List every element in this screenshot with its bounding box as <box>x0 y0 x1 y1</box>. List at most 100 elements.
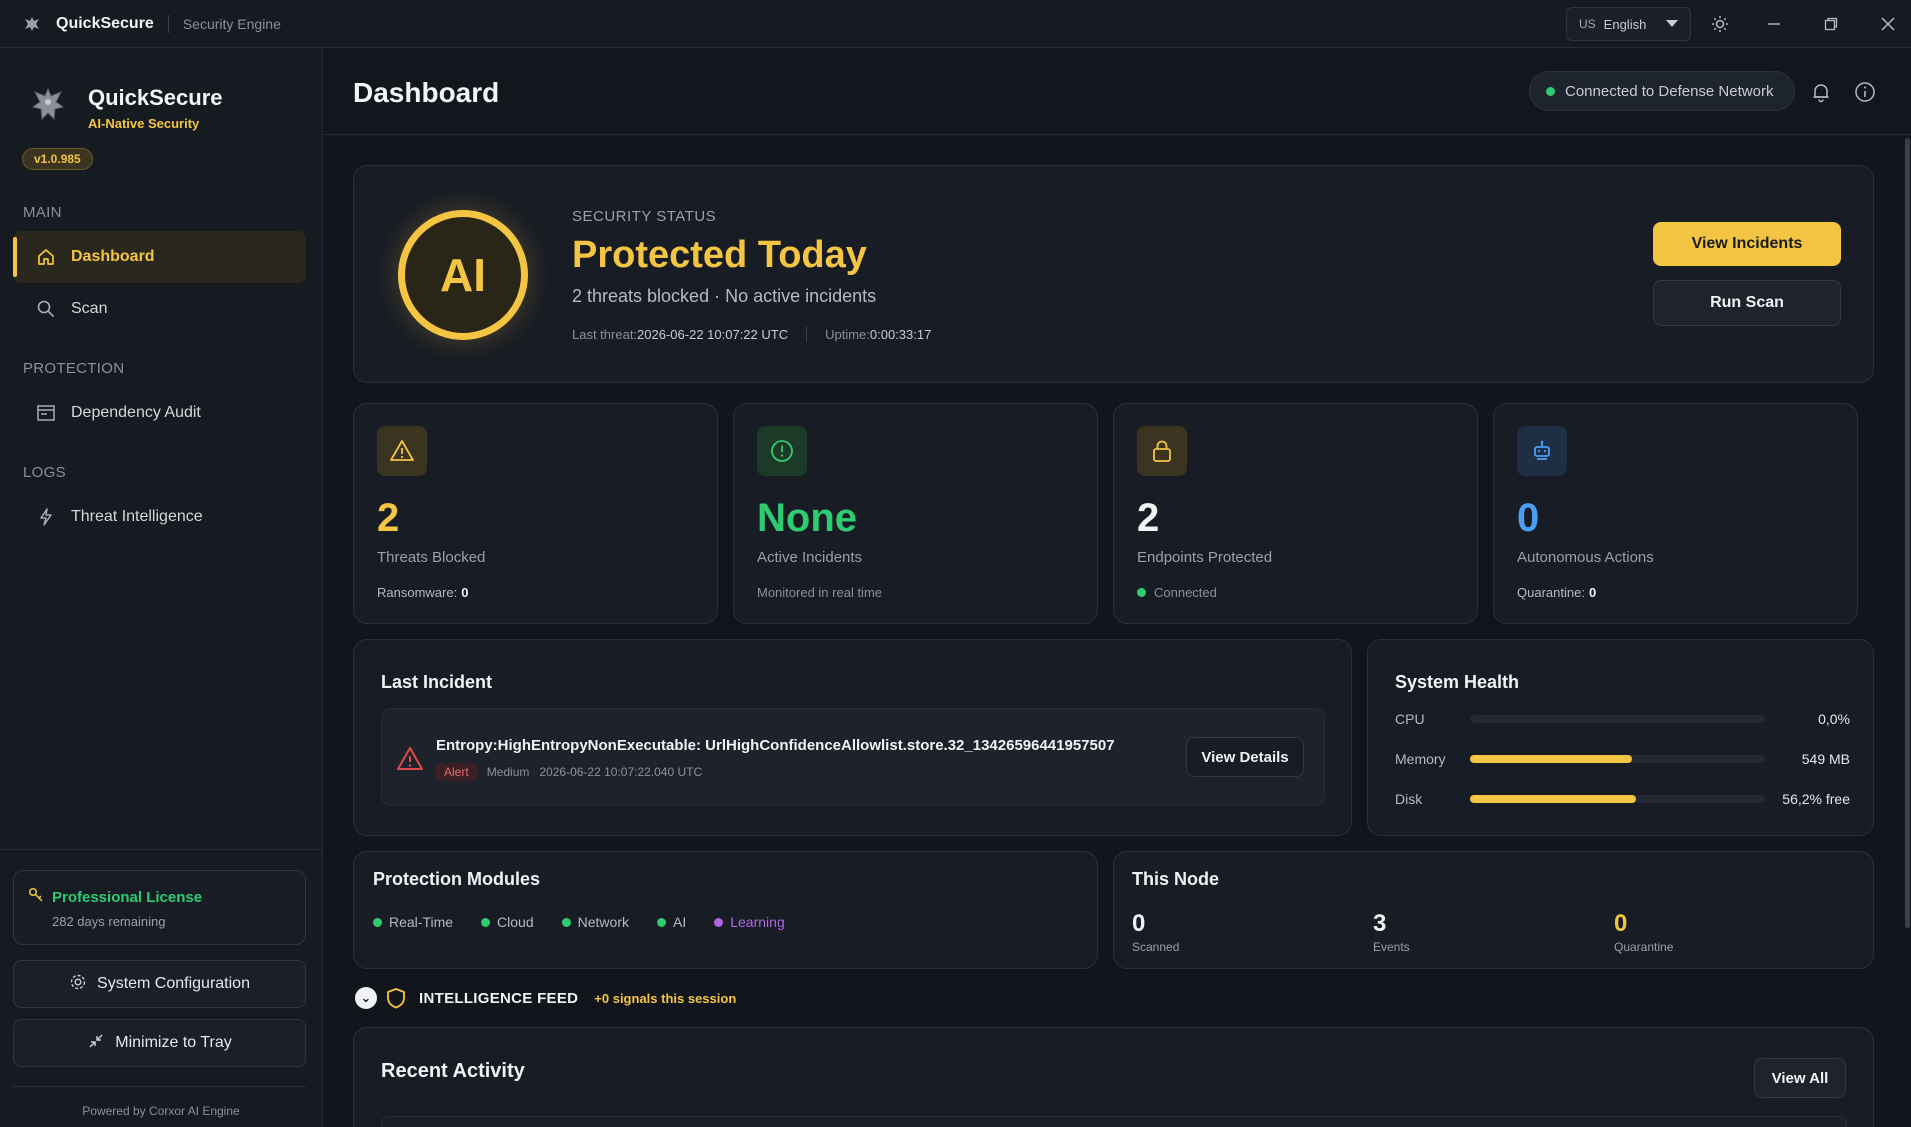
eagle-logo-icon <box>22 14 42 34</box>
stat-card-threats-blocked: 2 Threats Blocked Ransomware: 0 <box>353 403 718 624</box>
minimize-icon <box>1768 23 1780 25</box>
license-card[interactable]: Professional License 282 days remaining <box>13 870 306 945</box>
minimize-to-tray-button[interactable]: Minimize to Tray <box>13 1019 306 1067</box>
module-status-dot <box>481 917 491 927</box>
brand: QuickSecure AI-Native Security <box>28 79 308 139</box>
security-status-meta: Last threat: 2026-06-22 10:07:22 UTC Upt… <box>572 326 931 342</box>
protection-modules-title: Protection Modules <box>373 869 541 889</box>
minimize-window-button[interactable] <box>1760 10 1788 38</box>
security-status-eyebrow: SECURITY STATUS <box>572 208 717 225</box>
view-incidents-button[interactable]: View Incidents <box>1653 222 1841 266</box>
sidebar-item-label: Threat Intelligence <box>71 508 203 525</box>
health-bar-track <box>1470 795 1765 803</box>
incident-meta: Alert Medium 2026-06-22 10:07:22.040 UTC <box>436 763 702 781</box>
module-label: Network <box>577 914 629 930</box>
main-scrollbar[interactable] <box>1905 138 1910 928</box>
stat-sub-label: Ransomware: <box>377 585 458 600</box>
health-label: Memory <box>1395 751 1446 767</box>
status-dot <box>1546 86 1555 96</box>
stat-label: Threats Blocked <box>377 549 486 566</box>
chevron-down-icon <box>1666 20 1678 27</box>
module-cloud[interactable]: Cloud <box>481 914 534 930</box>
stat-sub-label: Quarantine: <box>1517 585 1585 600</box>
module-label: Learning <box>730 914 785 930</box>
health-label: Disk <box>1395 791 1423 807</box>
title-separator <box>167 14 169 33</box>
bell-icon <box>1813 84 1829 103</box>
node-stat-value: 3 <box>1373 910 1387 937</box>
health-label: CPU <box>1395 711 1425 727</box>
incident-row[interactable]: Entropy:HighEntropyNonExecutable: UrlHig… <box>381 708 1325 806</box>
sidebar-item-scan[interactable]: Scan <box>13 283 306 335</box>
gear-icon <box>69 973 87 996</box>
intelligence-feed-title: INTELLIGENCE FEED <box>419 989 579 1007</box>
system-health-card: System Health CPU 0,0% Memory 549 MB Dis… <box>1367 639 1874 836</box>
sidebar-item-dashboard[interactable]: Dashboard <box>13 231 306 283</box>
health-value: 0,0% <box>1818 711 1850 727</box>
intelligence-feed-header[interactable]: ⌄ INTELLIGENCE FEED +0 signals this sess… <box>355 985 736 1011</box>
sidebar-item-label: Scan <box>71 300 108 317</box>
node-stat-quarantine: 0 Quarantine <box>1614 910 1673 954</box>
health-bar-fill <box>1470 795 1636 803</box>
node-stat-scanned: 0 Scanned <box>1132 910 1179 954</box>
sidebar-item-dependency-audit[interactable]: Dependency Audit <box>13 387 306 439</box>
info-icon <box>1855 82 1875 102</box>
key-icon <box>28 887 44 908</box>
stat-label: Endpoints Protected <box>1137 549 1273 566</box>
security-status-card: AI SECURITY STATUS Protected Today 2 thr… <box>353 165 1874 383</box>
stat-card-active-incidents: None Active Incidents Monitored in real … <box>733 403 1098 624</box>
stat-sub: Monitored in real time <box>757 585 882 600</box>
run-scan-button[interactable]: Run Scan <box>1653 280 1841 326</box>
restore-icon <box>1824 17 1838 31</box>
sidebar-divider <box>0 849 322 850</box>
status-dot <box>1137 588 1146 597</box>
language-select[interactable]: US English <box>1566 7 1691 41</box>
notifications-button[interactable] <box>1808 79 1834 105</box>
info-button[interactable] <box>1852 79 1878 105</box>
nav-section-protection: PROTECTION <box>23 360 125 377</box>
close-window-button[interactable] <box>1874 10 1902 38</box>
stat-value: None <box>757 496 857 540</box>
app-subtitle: Security Engine <box>182 15 281 32</box>
version-badge: v1.0.985 <box>22 148 93 170</box>
module-real-time[interactable]: Real-Time <box>373 914 453 930</box>
sidebar-item-threat-intelligence[interactable]: Threat Intelligence <box>13 491 306 543</box>
system-configuration-button[interactable]: System Configuration <box>13 960 306 1008</box>
incident-name: Entropy:HighEntropyNonExecutable: UrlHig… <box>436 737 1115 754</box>
recent-activity-card: Recent Activity View All <box>353 1027 1874 1127</box>
restore-window-button[interactable] <box>1817 10 1845 38</box>
eagle-emblem-icon <box>28 85 68 125</box>
stat-card-autonomous-actions: 0 Autonomous Actions Quarantine: 0 <box>1493 403 1858 624</box>
module-status-dot <box>657 917 666 927</box>
stat-sub: Ransomware: 0 <box>377 585 468 600</box>
theme-toggle-button[interactable] <box>1706 10 1734 38</box>
collapse-arrows-icon <box>87 1032 105 1055</box>
stat-label: Autonomous Actions <box>1517 549 1654 566</box>
module-label: Real-Time <box>389 914 454 930</box>
chevron-down-icon[interactable]: ⌄ <box>355 987 377 1009</box>
lock-icon <box>1137 426 1187 476</box>
page-title: Dashboard <box>353 77 500 108</box>
home-icon <box>35 246 57 268</box>
warning-icon <box>377 426 427 476</box>
stat-card-endpoints-protected: 2 Endpoints Protected Connected <box>1113 403 1478 624</box>
last-threat-label: Last threat: <box>572 326 638 342</box>
health-row-disk: Disk 56,2% free <box>1395 789 1850 809</box>
module-label: AI <box>673 914 687 930</box>
main-header: Dashboard Connected to Defense Network <box>324 49 1911 135</box>
stat-sub-value: 0 <box>1588 585 1597 600</box>
stat-value: 2 <box>1137 496 1160 540</box>
audit-icon <box>35 402 57 424</box>
view-details-button[interactable]: View Details <box>1186 737 1304 777</box>
license-remaining: 282 days remaining <box>52 914 166 929</box>
incident-timestamp: 2026-06-22 10:07:22.040 UTC <box>539 765 703 779</box>
view-all-button[interactable]: View All <box>1754 1058 1846 1098</box>
module-network[interactable]: Network <box>561 914 629 930</box>
lightning-icon <box>35 506 57 528</box>
stat-sub-label: Monitored in real time <box>757 585 882 600</box>
powered-by: Powered by Corxor AI Engine <box>82 1104 240 1118</box>
language-label: English <box>1603 16 1647 32</box>
module-ai[interactable]: AI <box>657 914 686 930</box>
module-learning[interactable]: Learning <box>714 914 785 930</box>
last-incident-card: Last Incident Entropy:HighEntropyNonExec… <box>353 639 1352 836</box>
